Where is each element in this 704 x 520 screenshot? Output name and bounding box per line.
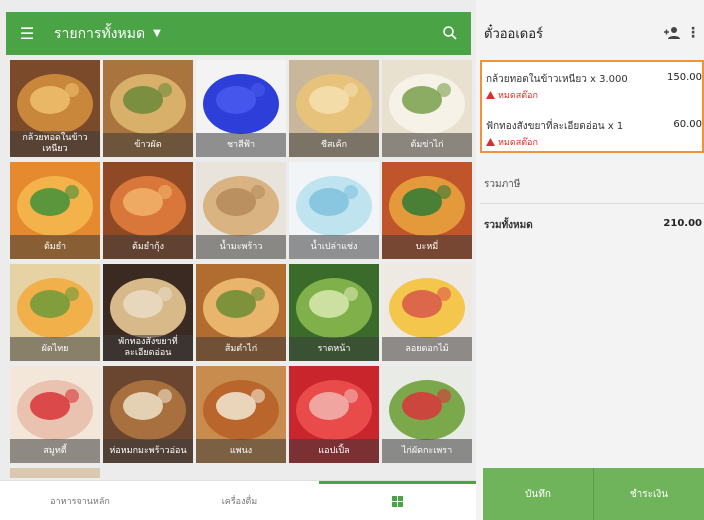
product-name: ต้มยำกุ้ง [103, 235, 193, 259]
product-name: ห่อหมกมะพร้าวอ่อน [103, 439, 193, 463]
product-name: แพนง [196, 439, 286, 463]
warning-triangle-icon [486, 138, 495, 146]
tax-label: รวมภาษี [484, 179, 521, 190]
product-tile[interactable]: ผัดไทย [10, 264, 100, 361]
product-tile[interactable]: ชาสีฟ้า [196, 60, 286, 157]
caret-down-icon[interactable]: ▼ [153, 28, 161, 39]
product-name: ชีสเค้ก [289, 133, 379, 157]
product-name: น้ำเปล่าแช่ง [289, 235, 379, 259]
product-tile[interactable]: แพนง [196, 366, 286, 463]
product-name: กล้วยทอดในข้าวเหนียว [10, 131, 100, 157]
product-tile[interactable]: ราดหน้า [289, 264, 379, 361]
tab-all-grid[interactable] [319, 481, 476, 520]
stock-warning: หมดสต๊อก [486, 135, 538, 149]
order-item-name: ฟักทองสังขยาที่ละเอียดอ่อน x 1 [486, 121, 624, 132]
tab-label: อาหารจานหลัก [50, 497, 110, 507]
product-tile[interactable]: แอปเปิ้ล [289, 366, 379, 463]
product-name: ชาสีฟ้า [196, 133, 286, 157]
grid-icon [392, 495, 403, 507]
category-toolbar: ☰ รายการทั้งหมด ▼ [6, 12, 471, 55]
product-tile[interactable]: บะหมี่ [382, 162, 472, 259]
product-tile[interactable]: ห่อหมกมะพร้าวอ่อน [103, 366, 193, 463]
stock-warning-text: หมดสต๊อก [498, 138, 538, 148]
divider [480, 203, 704, 204]
pos-app: ☰ รายการทั้งหมด ▼ กล้วยทอดในข้าวเหนียว ข้… [0, 0, 704, 520]
product-name: ไก่ผัดกะเพรา [382, 439, 472, 463]
order-header: ตั๋วออเดอร์ ⋮ [476, 12, 704, 55]
product-name: ราดหน้า [289, 337, 379, 361]
total-label: รวมทั้งหมด [484, 220, 533, 231]
product-name: ส้มตำไก่ [196, 337, 286, 361]
stock-warning-text: หมดสต๊อก [498, 91, 538, 101]
product-name: แอปเปิ้ล [289, 439, 379, 463]
order-items-list: กล้วยทอดในข้าวเหนียว x 3.000 150.00 หมดส… [480, 60, 704, 153]
product-grid: กล้วยทอดในข้าวเหนียว ข้าวผัด ชาสีฟ้า ชีสเค้… [10, 60, 476, 478]
add-person-icon[interactable] [664, 26, 680, 40]
product-tile[interactable]: ชีสเค้ก [289, 60, 379, 157]
product-name: สมูทตี้ [10, 439, 100, 463]
product-tile[interactable]: ข้าวผัด [103, 60, 193, 157]
order-panel: ตั๋วออเดอร์ ⋮ กล้วยทอดในข้าวเหนียว x 3.0… [476, 0, 704, 520]
save-button[interactable]: บันทึก [483, 468, 593, 520]
category-title[interactable]: รายการทั้งหมด [54, 23, 145, 45]
order-actions: บันทึก ชำระเงิน [483, 468, 704, 520]
product-panel: ☰ รายการทั้งหมด ▼ กล้วยทอดในข้าวเหนียว ข้… [0, 0, 476, 520]
category-tab-bar: อาหารจานหลัก เครื่องดื่ม [0, 480, 476, 520]
product-tile[interactable]: ต้มข่าไก่ [382, 60, 472, 157]
order-item-name: กล้วยทอดในข้าวเหนียว x 3.000 [486, 74, 628, 85]
product-name: บะหมี่ [382, 235, 472, 259]
order-item-price: 60.00 [673, 119, 702, 130]
active-tab-indicator [319, 481, 476, 484]
product-tile[interactable]: ลอยดอกไม้ [382, 264, 472, 361]
product-name: ต้มข่าไก่ [382, 133, 472, 157]
hamburger-icon[interactable]: ☰ [12, 24, 42, 43]
tab-label: เครื่องดื่ม [221, 497, 258, 507]
product-tile[interactable]: ไก่ผัดกะเพรา [382, 366, 472, 463]
product-tile[interactable]: ต้มยำกุ้ง [103, 162, 193, 259]
product-tile[interactable]: ต้มยำ [10, 162, 100, 259]
product-name: น้ำมะพร้าว [196, 235, 286, 259]
product-tile[interactable]: สมูทตี้ [10, 366, 100, 463]
pay-button[interactable]: ชำระเงิน [594, 468, 704, 520]
product-tile[interactable]: ส้มตำไก่ [196, 264, 286, 361]
tab-main-dishes[interactable]: อาหารจานหลัก [0, 481, 160, 520]
warning-triangle-icon [486, 91, 495, 99]
product-name: ลอยดอกไม้ [382, 337, 472, 361]
more-vertical-icon[interactable]: ⋮ [686, 25, 700, 41]
product-tile[interactable]: น้ำมะพร้าว [196, 162, 286, 259]
product-name: ต้มยำ [10, 235, 100, 259]
search-icon[interactable] [441, 24, 459, 42]
order-title: ตั๋วออเดอร์ [484, 27, 544, 42]
total-value: 210.00 [663, 218, 702, 229]
product-name: ผัดไทย [10, 337, 100, 361]
product-tile-partial[interactable] [10, 468, 100, 478]
product-name: ข้าวผัด [103, 133, 193, 157]
order-item-price: 150.00 [667, 72, 702, 83]
stock-warning: หมดสต๊อก [486, 88, 538, 102]
product-tile[interactable]: พักทองสังขยาที่ละเอียดอ่อน [103, 264, 193, 361]
product-tile[interactable]: น้ำเปล่าแช่ง [289, 162, 379, 259]
product-name: พักทองสังขยาที่ละเอียดอ่อน [103, 335, 193, 361]
tab-drinks[interactable]: เครื่องดื่ม [160, 481, 319, 520]
product-tile[interactable]: กล้วยทอดในข้าวเหนียว [10, 60, 100, 157]
